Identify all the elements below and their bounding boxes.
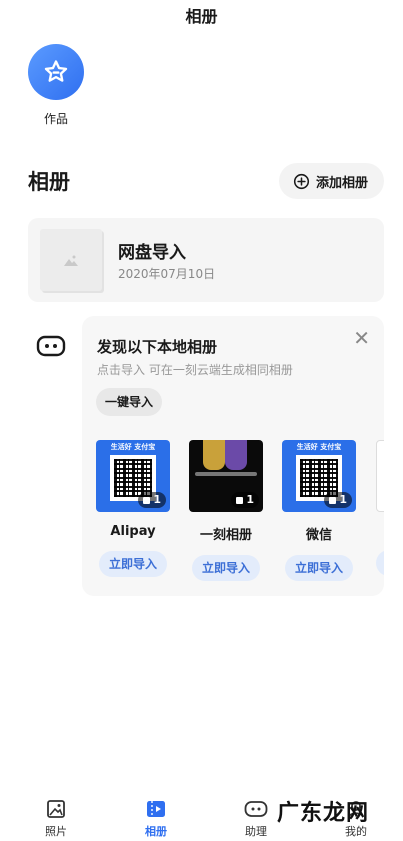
assistant-icon bbox=[244, 801, 268, 817]
discover-subtitle: 点击导入 可在一刻云端生成相同相册 bbox=[97, 363, 293, 377]
album-icon bbox=[147, 801, 165, 817]
photo-count-badge: 1 bbox=[138, 492, 166, 508]
top-bar: 相册 bbox=[0, 0, 403, 34]
import-now-button[interactable]: 立即导入 bbox=[192, 555, 260, 581]
local-album-name: Alipay bbox=[110, 524, 156, 539]
album-card[interactable]: 网盘导入 2020年07月10日 bbox=[28, 218, 384, 302]
local-album-name: 一刻相册 bbox=[199, 528, 252, 543]
add-album-label: 添加相册 bbox=[315, 175, 368, 191]
import-now-button[interactable]: 立即导入 bbox=[99, 551, 167, 577]
tab-albums[interactable]: 相册 bbox=[126, 798, 186, 839]
albums-section-header: 相册 添加相册 bbox=[28, 163, 384, 201]
add-album-button[interactable]: 添加相册 bbox=[278, 163, 384, 199]
photo-count-badge: 1 bbox=[231, 492, 259, 508]
image-placeholder-icon bbox=[64, 255, 78, 266]
works-entry[interactable]: 作品 bbox=[28, 44, 84, 127]
import-now-button[interactable]: 立即导入 bbox=[285, 555, 353, 581]
preview-banner: 生活好 支付宝 bbox=[110, 443, 156, 451]
tab-label: 助理 bbox=[245, 825, 267, 838]
page-title: 相册 bbox=[185, 7, 218, 26]
tab-photos[interactable]: 照片 bbox=[26, 798, 86, 839]
photo-icon bbox=[47, 800, 65, 818]
one-key-import-button[interactable]: 一键导入 bbox=[96, 388, 163, 416]
preview-banner: 生活好 支付宝 bbox=[296, 443, 342, 451]
album-preview-image[interactable]: 1 bbox=[189, 440, 263, 512]
photo-count-badge: 1 bbox=[324, 492, 352, 508]
local-album-tile-wechat[interactable]: 生活好 支付宝 1 微信 立即导入 bbox=[282, 440, 356, 581]
works-label: 作品 bbox=[43, 112, 68, 126]
local-album-tile-yike[interactable]: 1 一刻相册 立即导入 bbox=[189, 440, 263, 581]
discover-title: 发现以下本地相册 bbox=[97, 338, 218, 356]
watermark-text: 广东龙网 bbox=[276, 800, 369, 826]
album-preview-image[interactable]: 生活好 支付宝 1 bbox=[282, 440, 356, 512]
next-album-preview-peek[interactable] bbox=[376, 440, 384, 512]
local-album-name: 微信 bbox=[305, 528, 332, 543]
next-import-button-peek[interactable] bbox=[376, 550, 384, 576]
assistant-bot-icon bbox=[36, 334, 66, 362]
works-avatar[interactable] bbox=[28, 44, 84, 100]
album-date: 2020年07月10日 bbox=[118, 267, 216, 281]
tab-label: 照片 bbox=[45, 825, 67, 838]
discover-local-albums-panel: 发现以下本地相册 点击导入 可在一刻云端生成相同相册 ✕ 一键导入 生活好 支付… bbox=[82, 316, 384, 596]
album-preview-image[interactable]: 生活好 支付宝 1 bbox=[96, 440, 170, 512]
close-icon[interactable]: ✕ bbox=[353, 328, 370, 348]
album-name: 网盘导入 bbox=[118, 243, 186, 263]
tab-label: 相册 bbox=[145, 825, 167, 838]
local-album-tile-alipay[interactable]: 生活好 支付宝 1 Alipay 立即导入 bbox=[96, 440, 170, 577]
star-icon bbox=[44, 60, 68, 82]
plus-circle-icon bbox=[293, 173, 310, 189]
album-thumbnail bbox=[40, 229, 102, 291]
